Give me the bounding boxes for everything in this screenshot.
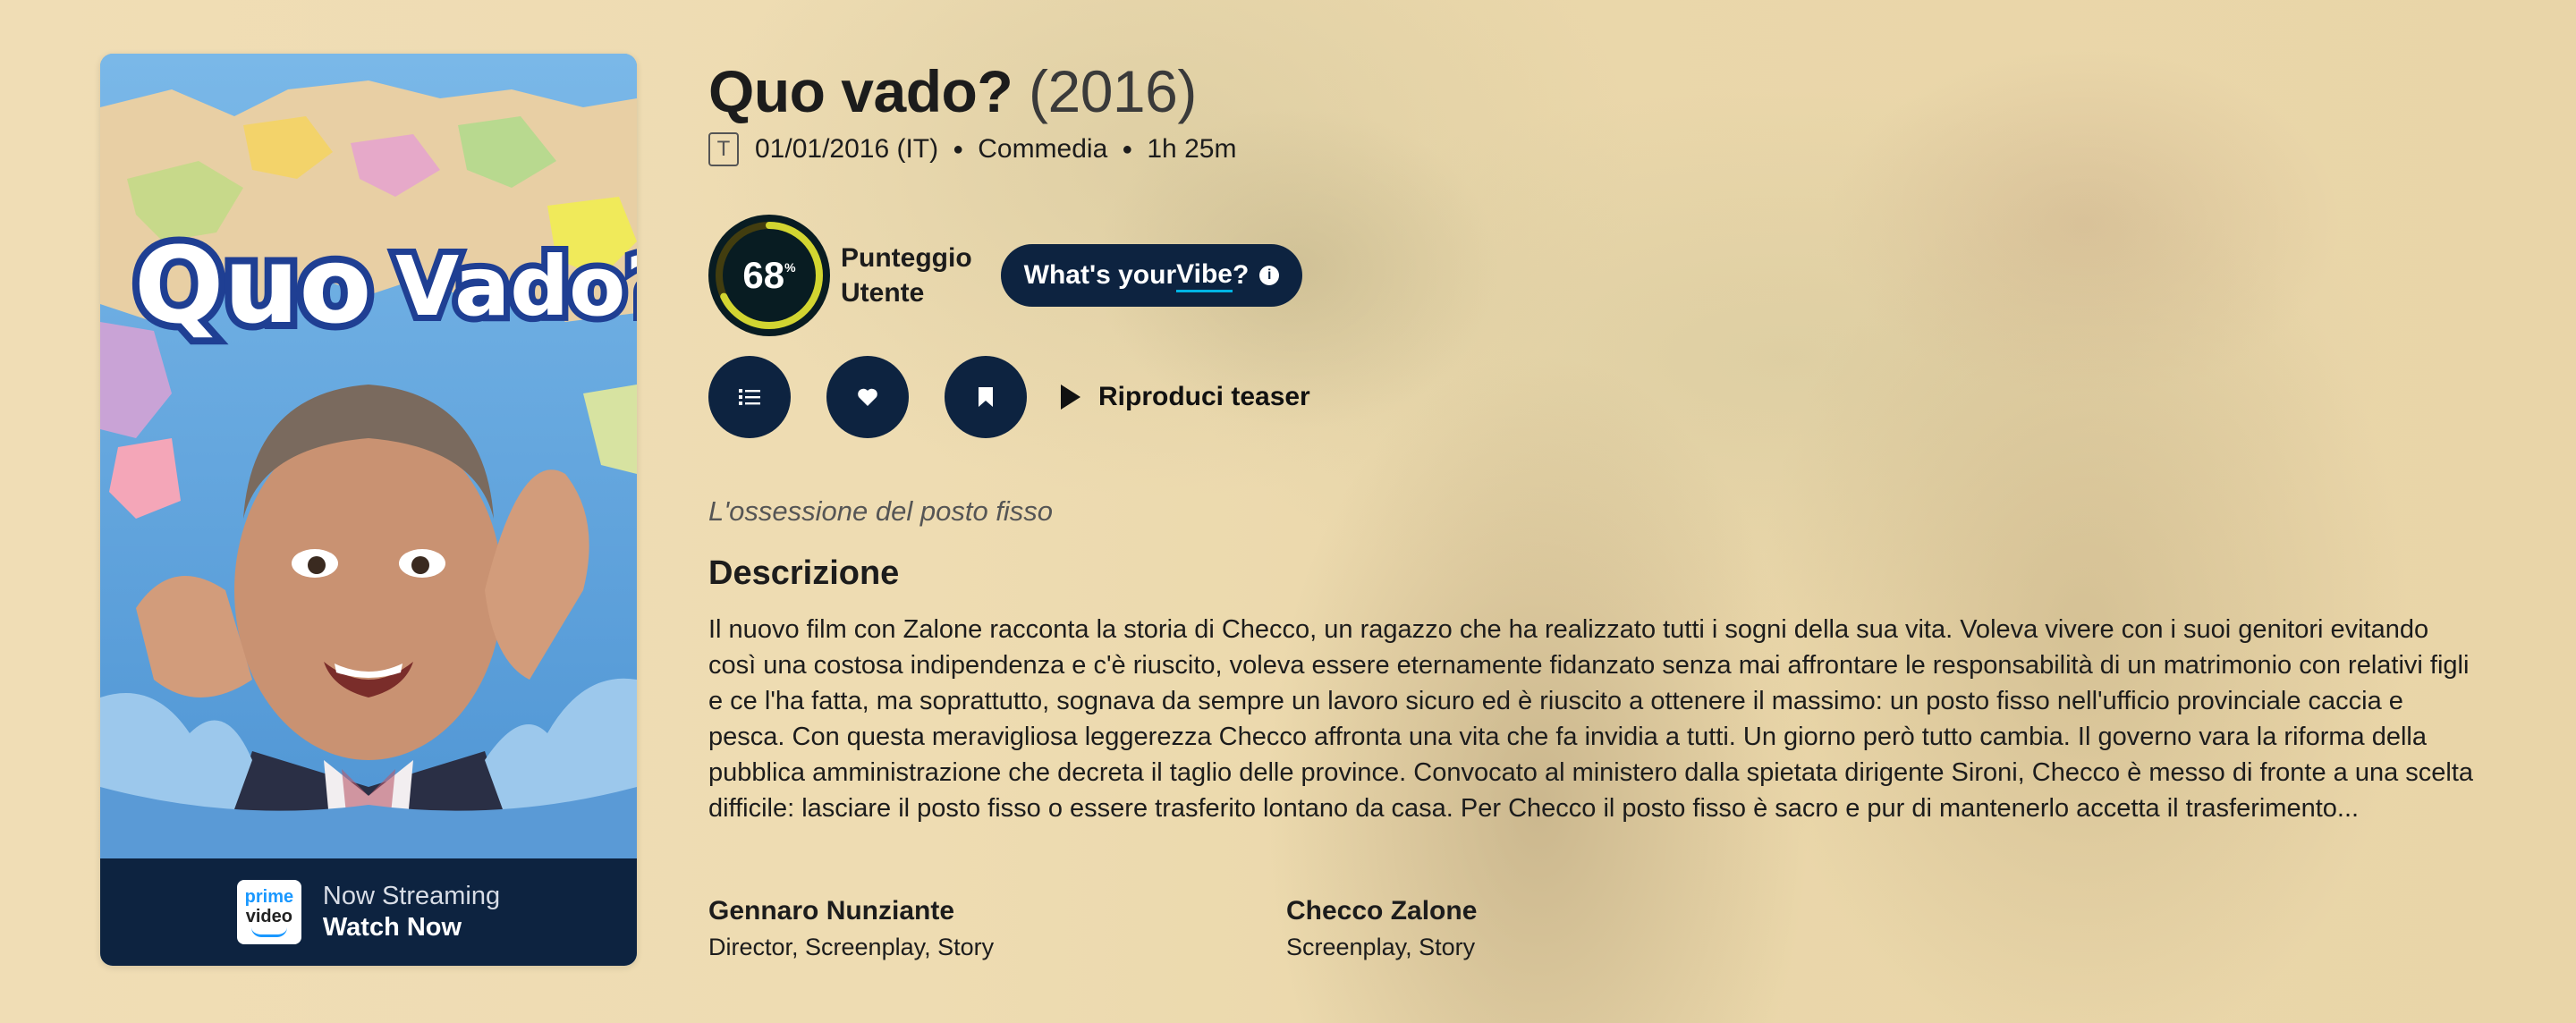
poster[interactable]: Quo Vado? prime video Now Streaming Watc…: [100, 54, 637, 966]
tagline: L'ossessione del posto fisso: [708, 495, 1054, 527]
description-heading: Descrizione: [708, 554, 900, 592]
watch-now-link[interactable]: Watch Now: [323, 913, 500, 943]
movie-title[interactable]: Quo vado?: [708, 58, 1013, 124]
now-streaming-label: Now Streaming: [322, 882, 501, 910]
genre-link[interactable]: Commedia: [978, 134, 1107, 165]
crew-member: Gennaro Nunziante Director, Screenplay, …: [708, 896, 1286, 961]
info-icon: i: [1259, 266, 1280, 285]
runtime: 1h 25m: [1147, 134, 1237, 164]
action-bar: Riproduci teaser: [708, 356, 1310, 438]
crew-job: Director, Screenplay, Story: [708, 934, 995, 960]
svg-text:Quo: Quo: [134, 224, 371, 347]
score-unit: %: [784, 260, 796, 275]
favorite-button[interactable]: [826, 356, 909, 438]
bookmark-icon: [979, 387, 993, 407]
release-year: (2016): [1029, 58, 1197, 124]
streaming-banner[interactable]: prime video Now Streaming Watch Now: [100, 858, 637, 966]
watchlist-button[interactable]: [945, 356, 1027, 438]
svg-text:Vado?: Vado?: [395, 239, 637, 334]
streaming-text: Now Streaming Watch Now: [323, 882, 500, 943]
vibe-button[interactable]: What's your Vibe? i: [1000, 244, 1303, 307]
certification-badge: T: [708, 132, 739, 166]
score-label: Punteggio Utente: [841, 243, 972, 308]
crew-list: Gennaro Nunziante Director, Screenplay, …: [708, 896, 1864, 961]
crew-name[interactable]: Checco Zalone: [1286, 896, 1864, 926]
separator-dot: ●: [1122, 139, 1133, 159]
user-score-chart[interactable]: 68%: [708, 215, 830, 336]
crew-member: Checco Zalone Screenplay, Story: [1286, 896, 1864, 961]
crew-name[interactable]: Gennaro Nunziante: [708, 896, 1286, 926]
poster-artwork: Quo Vado?: [100, 54, 637, 858]
score-value: 68: [742, 254, 785, 296]
play-icon: [1061, 385, 1080, 410]
crew-job: Screenplay, Story: [1286, 934, 1476, 960]
play-teaser-button[interactable]: Riproduci teaser: [1061, 382, 1310, 412]
facts-row: T 01/01/2016 (IT) ● Commedia ● 1h 25m: [708, 132, 1236, 166]
prime-video-logo: prime video: [236, 880, 301, 944]
list-icon: [739, 389, 760, 405]
separator-dot: ●: [953, 139, 964, 159]
heart-icon: [858, 388, 877, 406]
score-row: 68% Punteggio Utente What's your Vibe? i: [708, 215, 1303, 336]
page-title: Quo vado? (2016): [708, 57, 1197, 125]
add-to-list-button[interactable]: [708, 356, 791, 438]
overview-text: Il nuovo film con Zalone racconta la sto…: [708, 615, 2474, 823]
release-date: 01/01/2016 (IT): [755, 134, 939, 164]
